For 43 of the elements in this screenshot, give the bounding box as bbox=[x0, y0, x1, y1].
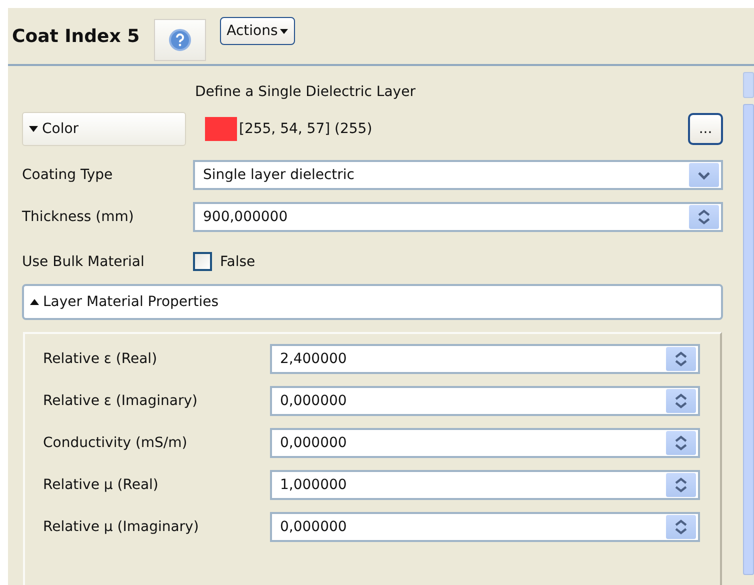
more-button[interactable]: ... bbox=[688, 113, 723, 145]
field-label: Conductivity (mS/m) bbox=[43, 435, 188, 451]
up-down-arrows-icon bbox=[674, 477, 688, 493]
spin-button[interactable] bbox=[666, 515, 696, 539]
color-value: [255, 54, 57] (255) bbox=[239, 121, 374, 137]
up-down-arrows-icon bbox=[674, 351, 688, 367]
up-down-arrows-icon bbox=[674, 519, 688, 535]
number-field[interactable]: 0,000000 bbox=[270, 428, 700, 458]
field-label: Relative ε (Real) bbox=[43, 351, 158, 367]
number-field[interactable]: 0,000000 bbox=[270, 386, 700, 416]
spin-button[interactable] bbox=[666, 389, 696, 413]
number-field[interactable]: 1,000000 bbox=[270, 470, 700, 500]
field-label: Use Bulk Material bbox=[22, 254, 146, 270]
triangle-down-icon bbox=[29, 126, 38, 132]
help-icon bbox=[168, 29, 191, 51]
field-label: Relative ε (Imaginary) bbox=[43, 393, 198, 409]
field-label: Relative µ (Imaginary) bbox=[43, 519, 200, 535]
field-label: Thickness (mm) bbox=[22, 209, 135, 225]
section-toggle[interactable]: Layer Material Properties bbox=[22, 284, 723, 320]
up-down-arrows-icon bbox=[697, 209, 711, 225]
color-toggle[interactable]: Color bbox=[22, 112, 186, 146]
triangle-up-icon bbox=[30, 299, 39, 305]
section-heading: Define a Single Dielectric Layer bbox=[195, 84, 416, 100]
field-label: Coating Type bbox=[22, 167, 114, 183]
dropdown-button[interactable] bbox=[689, 163, 719, 187]
panel-title: Coat Index 5 bbox=[12, 26, 140, 46]
checkbox-label: False bbox=[220, 254, 256, 270]
spin-button[interactable] bbox=[689, 205, 719, 229]
number-field[interactable]: 900,000000 bbox=[193, 202, 723, 232]
number-field[interactable]: 0,000000 bbox=[270, 512, 700, 542]
spin-button[interactable] bbox=[666, 431, 696, 455]
up-down-arrows-icon bbox=[674, 435, 688, 451]
spin-button[interactable] bbox=[666, 473, 696, 497]
checkbox[interactable] bbox=[193, 252, 212, 271]
up-down-arrows-icon bbox=[674, 393, 688, 409]
number-field[interactable]: 2,400000 bbox=[270, 344, 700, 374]
chevron-down-icon bbox=[697, 170, 711, 180]
field-label: Relative µ (Real) bbox=[43, 477, 160, 493]
actions-button[interactable]: Actions bbox=[220, 17, 295, 45]
caret-icon bbox=[280, 28, 288, 34]
spin-button[interactable] bbox=[666, 347, 696, 371]
help-button[interactable] bbox=[154, 19, 206, 61]
dropdown-field[interactable]: Single layer dielectric bbox=[193, 160, 723, 190]
